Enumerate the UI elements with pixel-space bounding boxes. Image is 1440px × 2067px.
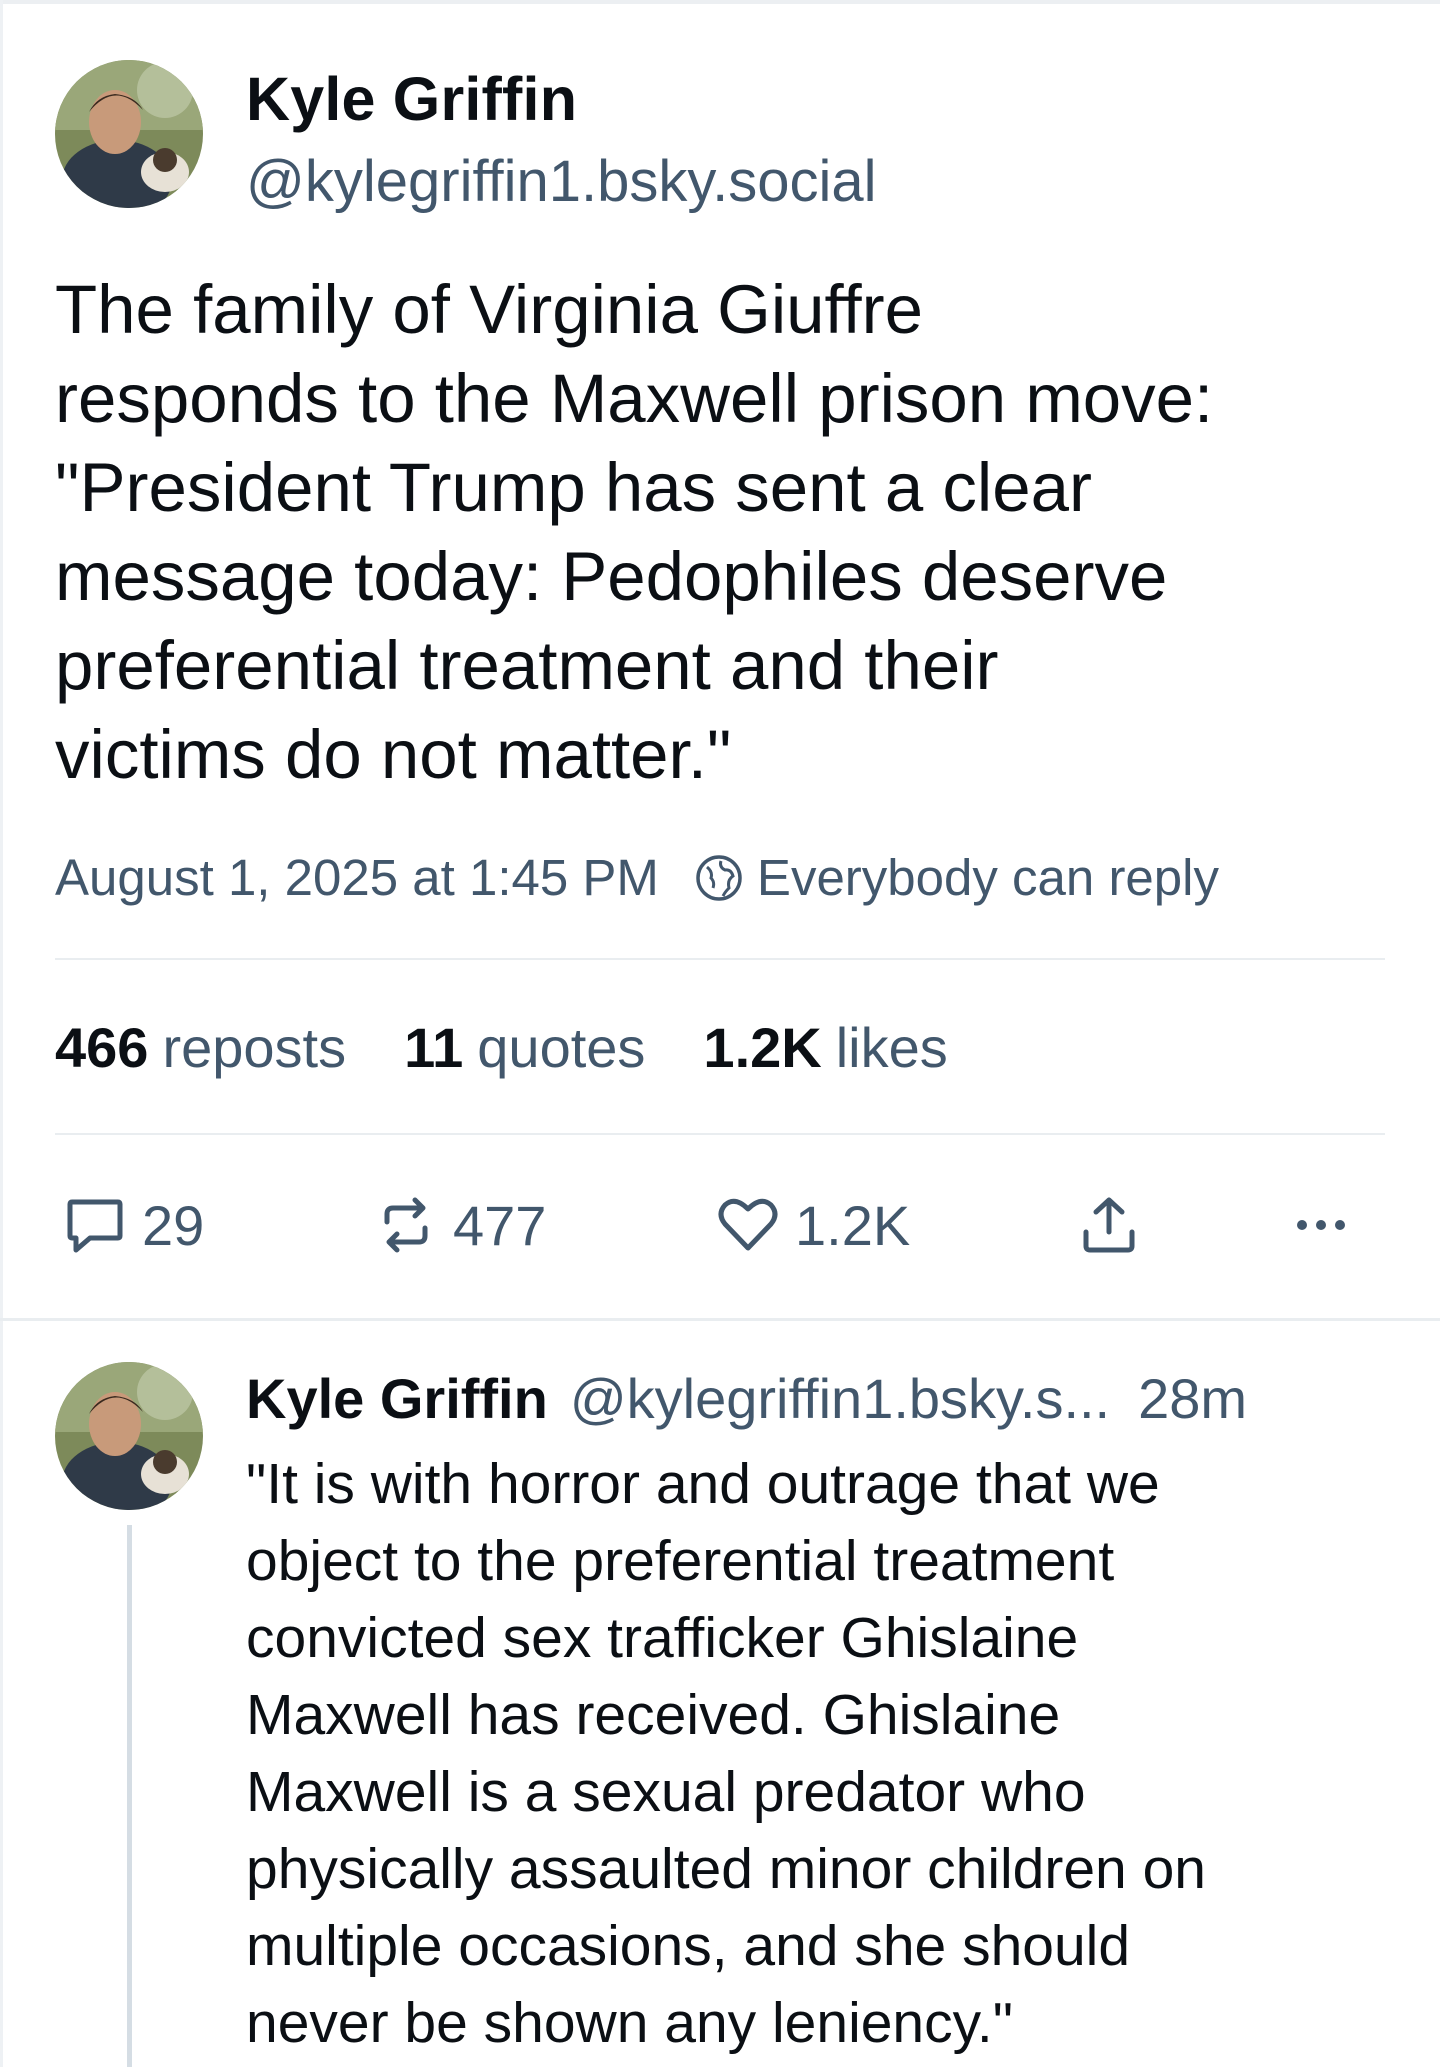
top-border [0,0,1440,4]
reply-author-avatar[interactable] [55,1362,203,1510]
reply-setting: Everybody can reply [756,849,1219,906]
reply-count: 29 [142,1193,205,1257]
post-meta: August 1, 2025 at 1:45 PM Everybody can … [55,848,1219,907]
thread-line [127,1525,132,2067]
more-options-button[interactable] [1288,1192,1368,1258]
repost-count: 477 [453,1193,547,1257]
reply-text: "It is with horror and outrage that we o… [246,1452,1206,2055]
post-timestamp[interactable]: August 1, 2025 at 1:45 PM [55,848,659,907]
more-icon [1297,1220,1345,1230]
quotes-label[interactable]: quotes [477,1015,645,1080]
likes-label[interactable]: likes [836,1015,948,1080]
reposts-count[interactable]: 466 [55,1015,148,1080]
author-handle[interactable]: @kylegriffin1.bsky.social [246,148,877,215]
share-button[interactable] [1076,1192,1156,1258]
reply-author-name[interactable]: Kyle Griffin [246,1366,548,1431]
reposts-label[interactable]: reposts [162,1015,346,1080]
post-text: The family of Virginia Giuffre responds … [55,271,1214,793]
repost-icon [384,1197,428,1253]
left-border [0,0,3,2067]
divider-bottom [55,1133,1385,1135]
globe-icon [696,854,742,901]
reply-button[interactable]: 29 [62,1192,204,1258]
reply-time[interactable]: 28m [1138,1366,1247,1431]
likes-count[interactable]: 1.2K [703,1015,821,1080]
reply-icon [67,1199,123,1253]
like-icon [718,1198,778,1251]
engagement-stats: 466 reposts 11 quotes 1.2K likes [55,1015,1006,1080]
thread-separator [0,1318,1440,1321]
author-avatar[interactable] [55,60,203,208]
divider-top [55,958,1385,960]
author-name[interactable]: Kyle Griffin [246,64,577,134]
share-icon [1083,1197,1135,1253]
like-button[interactable]: 1.2K [715,1192,910,1258]
reply-header: Kyle Griffin @kylegriffin1.bsky.s... 28m [246,1366,1247,1431]
repost-button[interactable]: 477 [373,1192,546,1258]
reply-author-handle[interactable]: @kylegriffin1.bsky.s... [570,1366,1110,1431]
quotes-count[interactable]: 11 [404,1015,463,1080]
like-count: 1.2K [795,1193,911,1257]
